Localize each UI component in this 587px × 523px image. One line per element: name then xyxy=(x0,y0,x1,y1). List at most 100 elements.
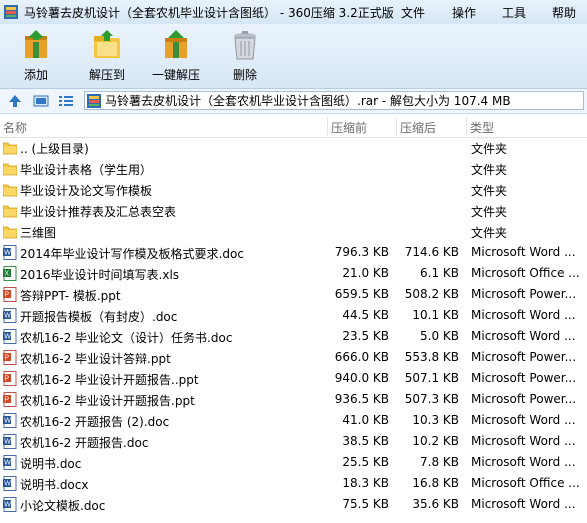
file-row[interactable]: P 答辩PPT- 模板.ppt 659.5 KB 508.2 KB Microsoft … xyxy=(0,284,587,305)
file-row[interactable]: W 小论文模板.doc 75.5 KB 35.6 KB Microsoft Word .… xyxy=(0,494,587,515)
file-size-original: 35.6 KB xyxy=(412,497,459,511)
file-size-original: 553.8 KB xyxy=(404,350,459,364)
thumbnail-view-icon[interactable] xyxy=(33,93,49,109)
file-row[interactable]: W 2014年毕业设计写作模及板格式要求.doc 796.3 KB 714.6 KB M… xyxy=(0,242,587,263)
window-title: 马铃薯去皮机设计（全套农机毕业设计含图纸） - 360压缩 3.2正式版 xyxy=(24,5,394,20)
archive-app-icon xyxy=(4,5,18,19)
file-type: Microsoft Word ... xyxy=(471,455,576,469)
word-doc-icon: W xyxy=(3,413,17,428)
column-original[interactable]: 压缩后 xyxy=(400,119,436,136)
file-size-compressed: 21.0 KB xyxy=(342,266,389,280)
ppt-doc-icon: P xyxy=(3,287,17,302)
file-row[interactable]: 三维图 文件夹 xyxy=(0,221,587,242)
svg-text:W: W xyxy=(4,439,11,446)
column-compressed[interactable]: 压缩前 xyxy=(331,119,367,136)
svg-text:P: P xyxy=(4,292,9,299)
extract-to-label: 解压到 xyxy=(88,68,125,82)
menu-operate[interactable]: 操作 xyxy=(452,4,476,21)
svg-text:W: W xyxy=(4,460,11,467)
word-doc-icon: W xyxy=(3,245,17,260)
file-name: 农机16-2 毕业设计答辩.ppt xyxy=(20,352,171,366)
file-row[interactable]: .. (上级目录) 文件夹 xyxy=(0,137,587,158)
file-row[interactable]: P 农机16-2 毕业设计开题报告.ppt 936.5 KB 507.3 KB Micr… xyxy=(0,389,587,410)
file-name: 毕业设计表格（学生用） xyxy=(20,163,153,177)
up-arrow-icon[interactable] xyxy=(7,93,23,109)
file-size-original: 10.2 KB xyxy=(412,434,459,448)
file-name: 说明书.docx xyxy=(20,478,89,492)
svg-text:P: P xyxy=(4,355,9,362)
file-type: Microsoft Power... xyxy=(471,350,577,364)
add-button[interactable]: 添加 xyxy=(1,28,71,86)
word-doc-icon: W xyxy=(3,308,17,323)
svg-text:W: W xyxy=(4,250,11,257)
file-row[interactable]: W 农机16-2 毕业论文（设计）任务书.doc 23.5 KB 5.0 KB Micr… xyxy=(0,326,587,347)
file-row[interactable]: W 农机16-2 开题报告 (2).doc 41.0 KB 10.3 KB Micros… xyxy=(0,410,587,431)
word-docx-icon: W xyxy=(3,476,17,491)
file-size-original: 507.3 KB xyxy=(404,392,459,406)
column-name[interactable]: 名称 xyxy=(3,119,27,136)
path-field[interactable]: 马铃薯去皮机设计（全套农机毕业设计含图纸）.rar - 解包大小为 107.4 … xyxy=(84,91,584,110)
file-size-compressed: 41.0 KB xyxy=(342,413,389,427)
file-name: 答辩PPT- 模板.ppt xyxy=(20,289,121,303)
file-name: 毕业设计推荐表及汇总表空表 xyxy=(20,205,177,219)
ppt-doc-icon: P xyxy=(3,392,17,407)
file-type: 文件夹 xyxy=(471,184,508,198)
svg-text:W: W xyxy=(4,313,11,320)
list-view-icon[interactable] xyxy=(58,93,74,109)
file-row[interactable]: W 农机16-2 开题报告.doc 38.5 KB 10.2 KB Microsoft … xyxy=(0,431,587,452)
one-click-extract-button[interactable]: 一键解压 xyxy=(141,28,211,86)
file-type: 文件夹 xyxy=(471,142,508,156)
folder-icon xyxy=(2,161,18,176)
toolbar: 添加 解压到 一键解压 删除 xyxy=(0,24,587,89)
file-type: Microsoft Word ... xyxy=(471,497,576,511)
ppt-doc-icon: P xyxy=(3,371,17,386)
file-row[interactable]: 毕业设计表格（学生用） 文件夹 xyxy=(0,158,587,179)
file-size-compressed: 940.0 KB xyxy=(334,371,389,385)
file-size-compressed: 23.5 KB xyxy=(342,329,389,343)
file-name: .. (上级目录) xyxy=(20,142,89,156)
file-type: Microsoft Power... xyxy=(471,392,577,406)
word-doc-icon: W xyxy=(3,497,17,512)
file-size-original: 6.1 KB xyxy=(420,266,459,280)
ppt-doc-icon: P xyxy=(3,350,17,365)
file-row[interactable]: 毕业设计推荐表及汇总表空表 文件夹 xyxy=(0,200,587,221)
column-type[interactable]: 类型 xyxy=(470,119,494,136)
file-size-compressed: 44.5 KB xyxy=(342,308,389,322)
folder-icon xyxy=(2,224,18,239)
file-size-original: 7.8 KB xyxy=(420,455,459,469)
file-type: 文件夹 xyxy=(471,163,508,177)
menu-help[interactable]: 帮助 xyxy=(552,4,576,21)
file-size-compressed: 18.3 KB xyxy=(342,476,389,490)
trash-icon xyxy=(234,31,256,60)
file-name: 农机16-2 毕业论文（设计）任务书.doc xyxy=(20,331,233,345)
file-name: 毕业设计及论文写作模板 xyxy=(20,184,153,198)
extract-to-button[interactable]: 解压到 xyxy=(72,28,142,86)
delete-button[interactable]: 删除 xyxy=(210,28,280,86)
svg-text:P: P xyxy=(4,376,9,383)
file-name: 农机16-2 毕业设计开题报告..ppt xyxy=(20,373,199,387)
archive-file-icon xyxy=(87,93,101,108)
file-type: Microsoft Word ... xyxy=(471,308,576,322)
file-name: 三维图 xyxy=(20,226,57,240)
one-click-extract-icon xyxy=(165,30,187,58)
file-type: Microsoft Office ... xyxy=(471,266,580,280)
menu-tools[interactable]: 工具 xyxy=(502,4,526,21)
file-type: Microsoft Office ... xyxy=(471,476,580,490)
file-row[interactable]: W 开题报告模板（有封皮）.doc 44.5 KB 10.1 KB Microsoft … xyxy=(0,305,587,326)
file-name: 2016毕业设计时间填写表.xls xyxy=(20,268,180,282)
word-doc-icon: W xyxy=(3,329,17,344)
add-label: 添加 xyxy=(23,68,48,82)
file-row[interactable]: 毕业设计及论文写作模板 文件夹 xyxy=(0,179,587,200)
word-doc-icon: W xyxy=(3,434,17,449)
file-row[interactable]: P 农机16-2 毕业设计答辩.ppt 666.0 KB 553.8 KB Micros… xyxy=(0,347,587,368)
delete-label: 删除 xyxy=(232,68,257,82)
folder-icon xyxy=(2,203,18,218)
file-size-compressed: 666.0 KB xyxy=(334,350,389,364)
menu-file[interactable]: 文件 xyxy=(401,4,425,21)
file-row[interactable]: X 2016毕业设计时间填写表.xls 21.0 KB 6.1 KB Microsoft… xyxy=(0,263,587,284)
file-row[interactable]: W 说明书.doc 25.5 KB 7.8 KB Microsoft Word ... xyxy=(0,452,587,473)
file-row[interactable]: W 说明书.docx 18.3 KB 16.8 KB Microsoft Office … xyxy=(0,473,587,494)
file-size-compressed: 936.5 KB xyxy=(334,392,389,406)
file-row[interactable]: P 农机16-2 毕业设计开题报告..ppt 940.0 KB 507.1 KB Mic… xyxy=(0,368,587,389)
file-size-compressed: 796.3 KB xyxy=(334,245,389,259)
